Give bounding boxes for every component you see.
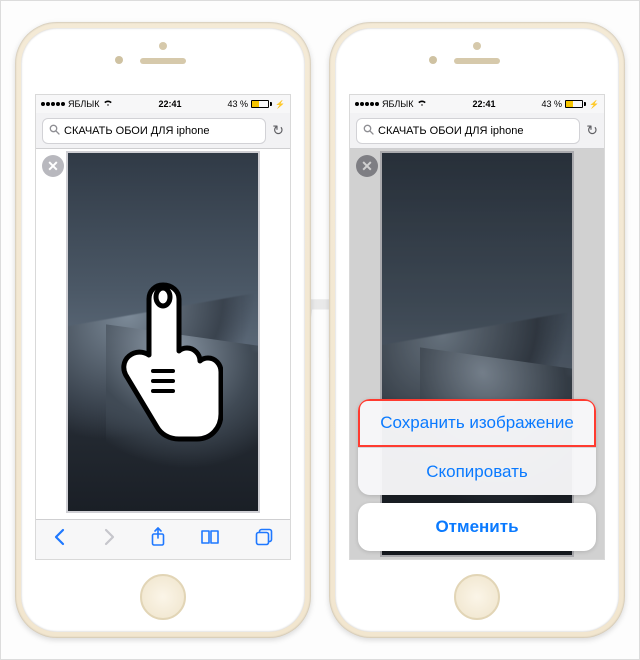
save-image-button[interactable]: Сохранить изображение [358,399,596,447]
action-sheet: Сохранить изображение Скопировать Отмени… [358,399,596,551]
battery-icon [251,100,272,108]
signal-dots-icon [355,102,379,106]
home-button[interactable] [454,574,500,620]
cancel-button[interactable]: Отменить [358,503,596,551]
address-bar: СКАЧАТЬ ОБОИ ДЛЯ iphone ↻ [36,113,290,149]
wifi-icon [103,99,113,109]
signal-dots-icon [41,102,65,106]
iphone-device-right: ЯБЛЫК 22:41 43 % ⚡ [329,22,625,638]
copy-button[interactable]: Скопировать [358,447,596,495]
search-icon [49,124,60,138]
battery-pct-label: 43 % [542,99,563,109]
clock-label: 22:41 [473,99,496,109]
safari-toolbar [36,519,290,559]
earpiece-speaker [140,58,186,64]
earpiece-speaker [454,58,500,64]
close-icon[interactable]: ✕ [42,155,64,177]
front-camera [115,56,123,64]
reload-icon[interactable]: ↻ [272,122,284,139]
search-input[interactable]: СКАЧАТЬ ОБОИ ДЛЯ iphone [42,118,266,144]
clock-label: 22:41 [159,99,182,109]
proximity-sensor [473,42,481,50]
status-bar: ЯБЛЫК 22:41 43 % ⚡ [36,95,290,113]
battery-icon [565,100,586,108]
page-content: ✕ [36,149,290,519]
reload-icon[interactable]: ↻ [586,122,598,139]
carrier-label: ЯБЛЫК [382,99,414,109]
iphone-device-left: ЯБЛЫК 22:41 43 % ⚡ [15,22,311,638]
status-bar: ЯБЛЫК 22:41 43 % ⚡ [350,95,604,113]
front-camera [429,56,437,64]
wifi-icon [417,99,427,109]
tabs-icon[interactable] [255,528,273,551]
battery-pct-label: 43 % [228,99,249,109]
screen-left: ЯБЛЫК 22:41 43 % ⚡ [35,94,291,560]
address-bar: СКАЧАТЬ ОБОИ ДЛЯ iphone ↻ [350,113,604,149]
bookmarks-icon[interactable] [200,529,220,550]
search-icon [363,124,374,138]
page-content: ✕ Сохранить изображение Скопировать [350,149,604,559]
search-query-text: СКАЧАТЬ ОБОИ ДЛЯ iphone [64,125,210,137]
home-button[interactable] [140,574,186,620]
search-query-text: СКАЧАТЬ ОБОИ ДЛЯ iphone [378,125,524,137]
back-icon[interactable] [53,528,67,551]
wallpaper-image[interactable] [66,151,260,513]
screen-right: ЯБЛЫК 22:41 43 % ⚡ [349,94,605,560]
share-icon[interactable] [150,527,166,552]
proximity-sensor [159,42,167,50]
search-input[interactable]: СКАЧАТЬ ОБОИ ДЛЯ iphone [356,118,580,144]
charging-icon: ⚡ [589,100,599,109]
charging-icon: ⚡ [275,100,285,109]
carrier-label: ЯБЛЫК [68,99,100,109]
forward-icon [102,528,116,551]
